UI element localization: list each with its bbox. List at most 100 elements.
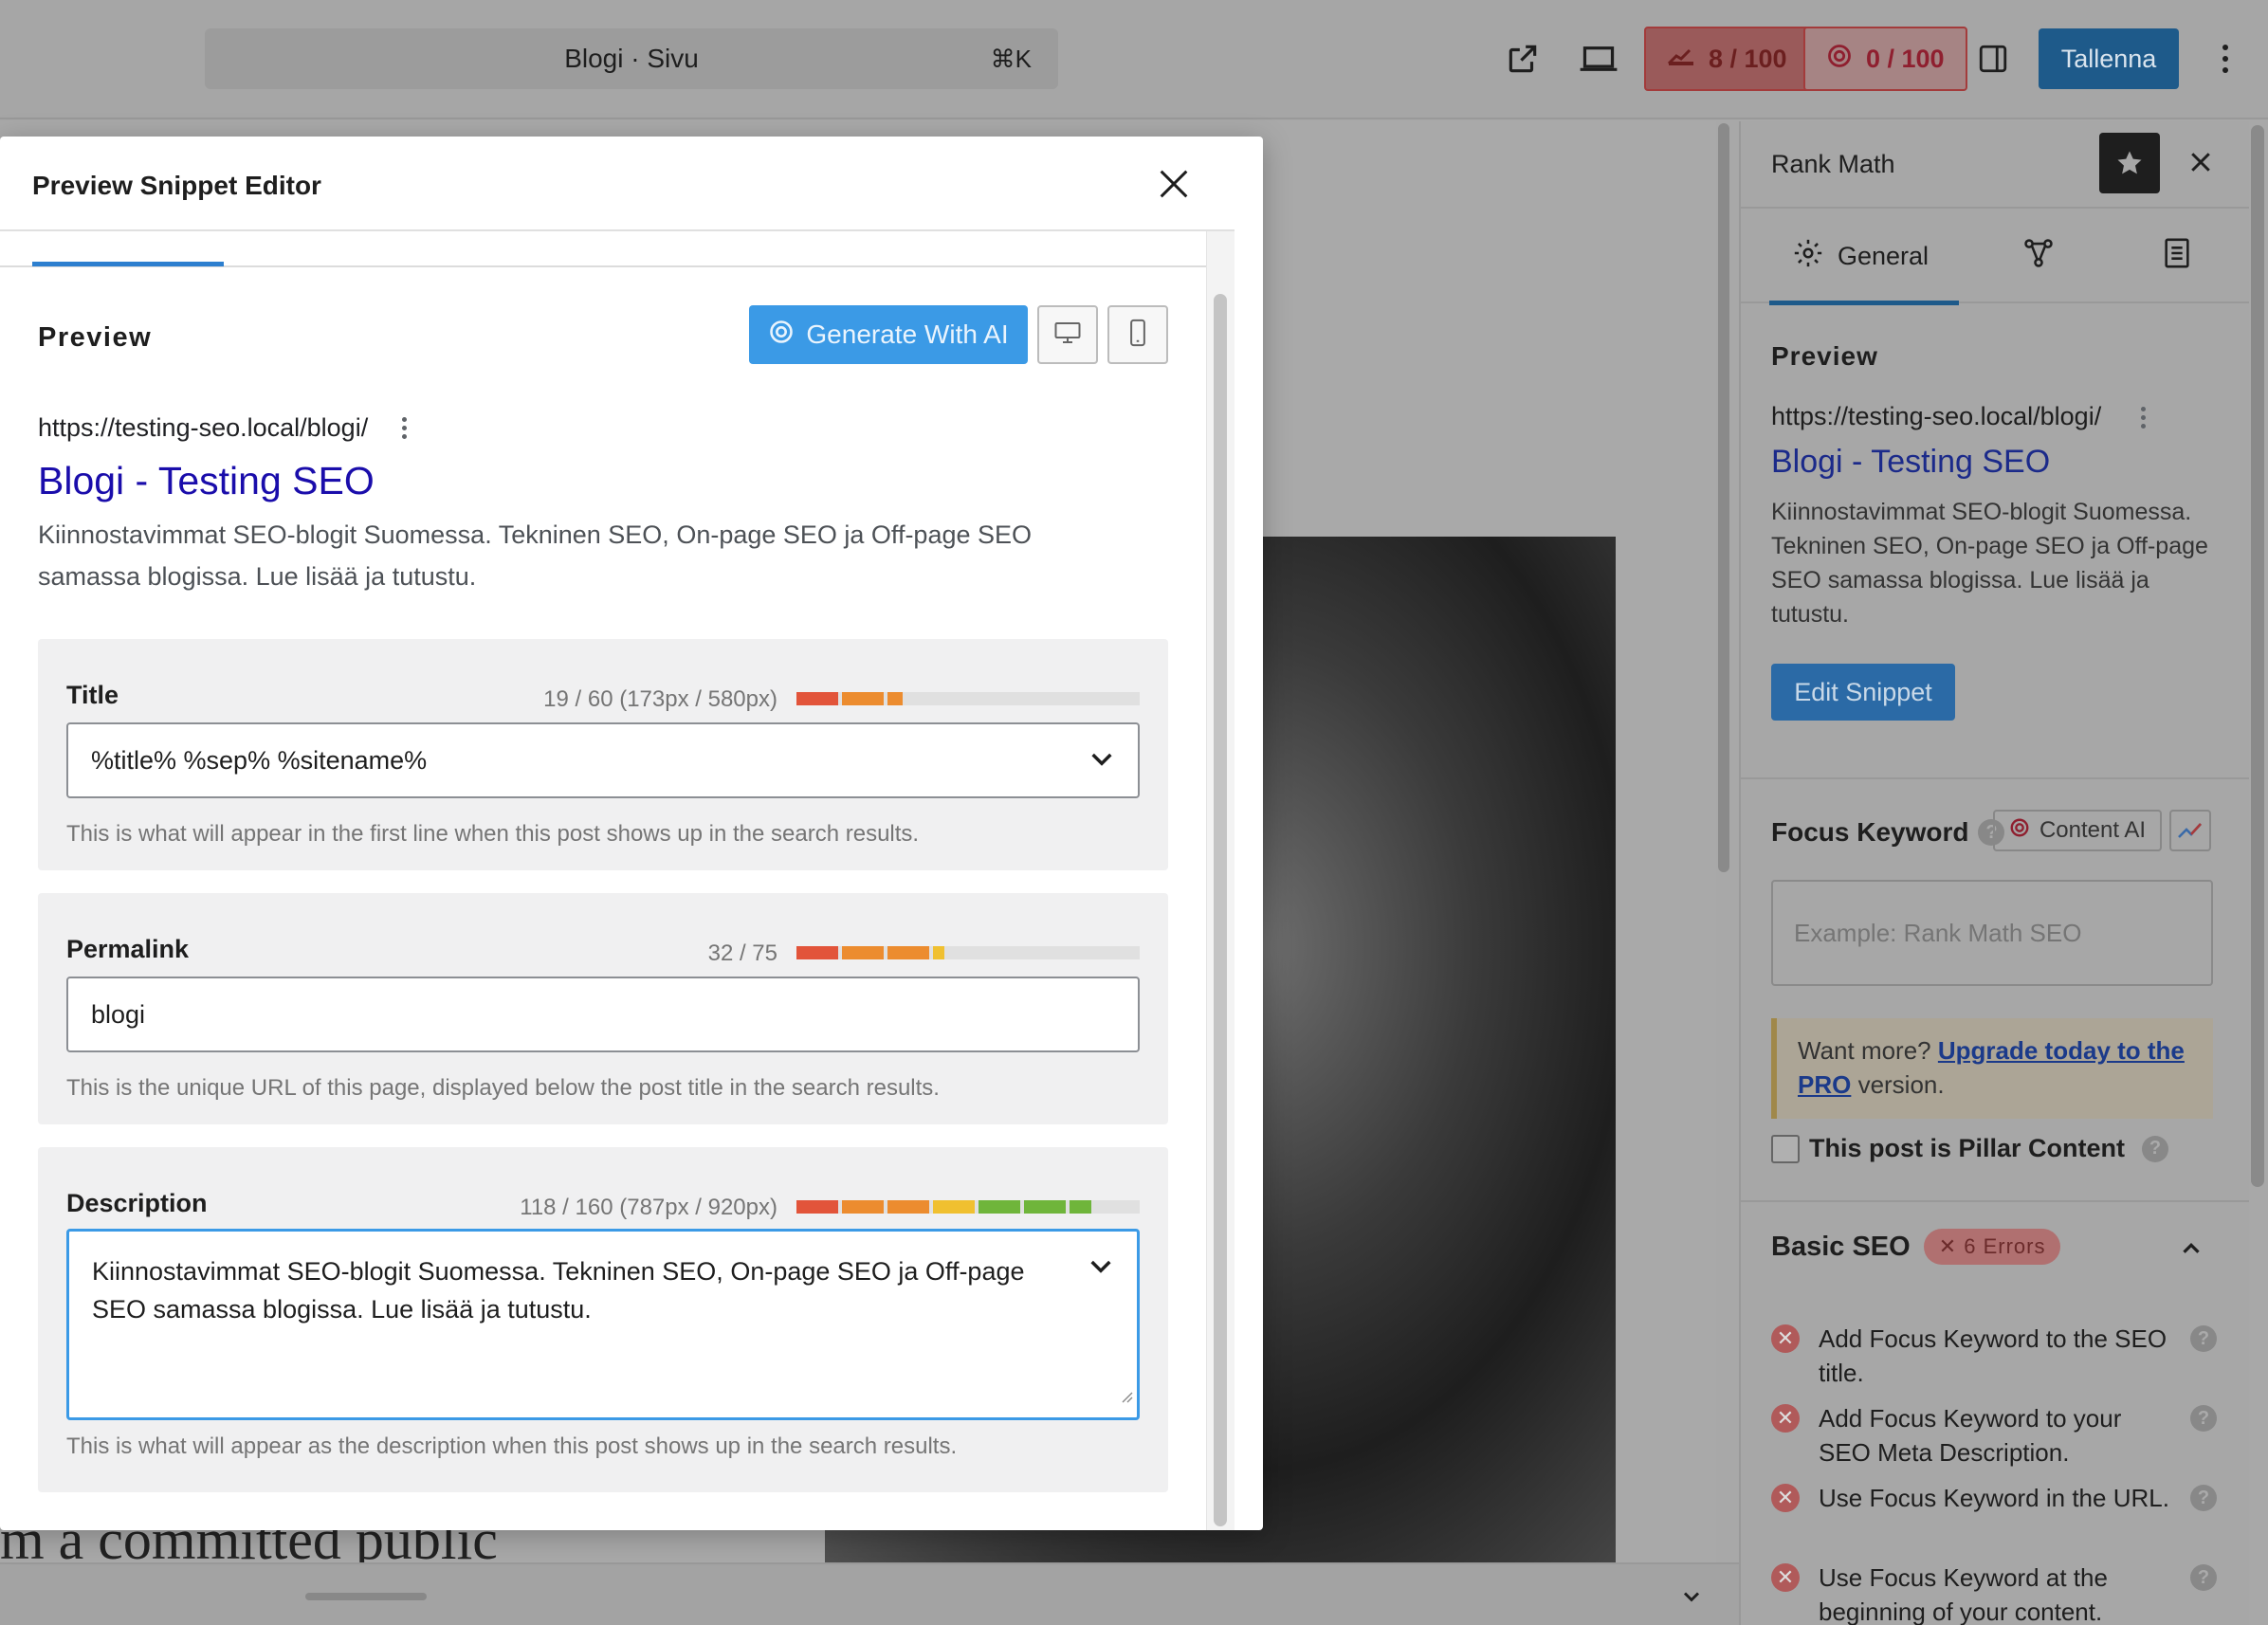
title-length-counter: 19 / 60 (173px / 580px) [543,686,777,712]
resize-handle[interactable] [305,1593,427,1600]
pillar-content-checkbox[interactable] [1771,1134,1800,1163]
seo-check-item: ✕ Add Focus Keyword to the SEO title. ? [1771,1322,2217,1390]
permalink-input-value: blogi [91,999,146,1029]
sidebar-url-text: https://testing-seo.local/blogi/ [1771,402,2102,430]
mobile-icon [1129,319,1146,352]
schema-icon [2022,237,2055,276]
tab-schema[interactable] [2001,209,2076,303]
resize-grip-icon[interactable] [1120,1376,1133,1414]
help-icon[interactable]: ? [2190,1405,2217,1432]
save-button[interactable]: Tallenna [2039,28,2179,89]
preview-snippet-editor-modal: Preview Snippet Editor Preview Generate … [0,137,1263,1530]
chevron-down-icon[interactable] [1087,743,1117,774]
help-icon[interactable]: ? [2190,1485,2217,1511]
url-menu-icon[interactable] [2140,407,2146,429]
meter-segment [842,692,884,705]
seo-check-text: Add Focus Keyword to your SEO Meta Descr… [1819,1404,2122,1467]
more-options-icon[interactable] [2211,36,2240,82]
errors-badge-text: 6 Errors [1964,1234,2046,1258]
permalink-length-counter: 32 / 75 [707,940,777,966]
chevron-down-icon[interactable] [1086,1251,1116,1281]
tab-general[interactable]: General [1769,209,1959,305]
title-field-label: Title [66,681,119,709]
command-palette-label: Blogi · Sivu [564,44,699,73]
sidebar-tabs: General [1741,209,2249,305]
errors-badge: ✕ 6 Errors [1923,1229,2061,1265]
meter-segment [933,946,944,959]
description-textarea[interactable]: Kiinnostavimmat SEO-blogit Suomessa. Tek… [66,1229,1140,1420]
shortcut-hint: ⌘K [990,44,1032,73]
content-ai-score-value: 0 / 100 [1866,44,1945,73]
seo-check-item: ✕ Use Focus Keyword at the beginning of … [1771,1561,2217,1625]
desktop-icon [1053,320,1082,350]
error-icon: ✕ [1771,1484,1800,1512]
permalink-help-text: This is the unique URL of this page, dis… [66,1075,940,1101]
upgrade-notice: Want more? Upgrade today to the PRO vers… [1771,1018,2213,1119]
seo-score-button[interactable]: 8 / 100 [1644,27,1810,91]
close-icon[interactable] [2186,148,2217,178]
sidebar-preview-title[interactable]: Blogi - Testing SEO [1771,444,2050,481]
chevron-up-icon[interactable] [2177,1234,2205,1263]
pin-star-icon[interactable] [2099,133,2160,193]
mobile-preview-button[interactable] [1107,305,1168,364]
meter-segment [887,946,929,959]
permalink-length-meter [796,946,1140,959]
preview-url-text: https://testing-seo.local/blogi/ [38,413,369,442]
meter-segment [933,1200,975,1214]
help-icon[interactable]: ? [2142,1135,2169,1162]
trends-icon[interactable] [2169,810,2211,851]
description-textarea-value: Kiinnostavimmat SEO-blogit Suomessa. Tek… [92,1257,1025,1324]
generate-with-ai-button[interactable]: Generate With AI [749,305,1028,364]
title-input[interactable]: %title% %sep% %sitename% [66,722,1140,798]
tab-general-indicator[interactable] [32,262,224,266]
sidebar-title: Rank Math [1771,150,1895,178]
basic-seo-header[interactable]: Basic SEO ✕ 6 Errors [1771,1229,2061,1265]
sidebar-header: Rank Math [1741,121,2249,209]
description-help-text: This is what will appear as the descript… [66,1433,958,1459]
help-icon[interactable]: ? [2190,1564,2217,1591]
rank-math-score-icon [1667,45,1695,74]
pillar-content-label: This post is Pillar Content [1809,1134,2126,1162]
command-palette-button[interactable]: Blogi · Sivu ⌘K [205,28,1058,89]
pillar-content-toggle: This post is Pillar Content ? [1771,1134,2169,1163]
upgrade-prefix: Want more? [1798,1036,1938,1065]
external-link-icon[interactable] [1500,36,1546,82]
title-input-value: %title% %sep% %sitename% [91,745,428,775]
sidebar-preview-heading: Preview [1771,341,1878,371]
help-icon[interactable]: ? [2190,1325,2217,1352]
chevron-down-icon[interactable] [1678,1583,1705,1610]
device-preview-icon[interactable] [1576,36,1621,82]
canvas-scrollbar[interactable] [1718,123,1729,872]
content-ai-label: Content AI [2039,817,2147,843]
meter-segment [887,1200,929,1214]
rank-math-sidebar: Rank Math General Preview https://testin… [1739,121,2249,1625]
error-icon: ✕ [1771,1563,1800,1592]
description-field-card: Description 118 / 160 (787px / 920px) Ki… [38,1147,1168,1492]
meter-segment [796,946,838,959]
title-field-card: Title 19 / 60 (173px / 580px) %title% %s… [38,639,1168,870]
modal-scrollbar[interactable] [1214,294,1227,1526]
preview-description: Kiinnostavimmat SEO-blogit Suomessa. Tek… [38,520,1033,591]
content-ai-button[interactable]: Content AI [1993,810,2162,851]
preview-title-link[interactable]: Blogi - Testing SEO [38,459,375,503]
permalink-input[interactable]: blogi [66,977,1140,1052]
modal-header: Preview Snippet Editor [0,137,1235,231]
meter-segment [1070,1200,1092,1214]
seo-check-text: Use Focus Keyword in the URL. [1819,1484,2169,1512]
focus-keyword-text: Focus Keyword [1771,817,1969,847]
editor-topbar: Blogi · Sivu ⌘K 8 / 100 0 / 100 Tallenna [0,0,2268,119]
permalink-field-card: Permalink 32 / 75 blogi This is the uniq… [38,893,1168,1124]
seo-score-value: 8 / 100 [1709,44,1787,73]
edit-snippet-button[interactable]: Edit Snippet [1771,664,1955,721]
url-menu-icon[interactable] [402,417,408,439]
focus-keyword-input[interactable] [1771,880,2213,986]
divider [1741,777,2249,779]
close-icon[interactable] [1155,165,1193,203]
meter-segment [796,692,838,705]
content-ai-score-button[interactable]: 0 / 100 [1803,27,1967,91]
sidebar-scrollbar[interactable] [2251,125,2264,1187]
sidebar-toggle-icon[interactable] [1970,36,2016,82]
desktop-preview-button[interactable] [1037,305,1098,364]
seo-check-text: Add Focus Keyword to the SEO title. [1819,1324,2167,1387]
tab-social[interactable] [2139,209,2215,303]
